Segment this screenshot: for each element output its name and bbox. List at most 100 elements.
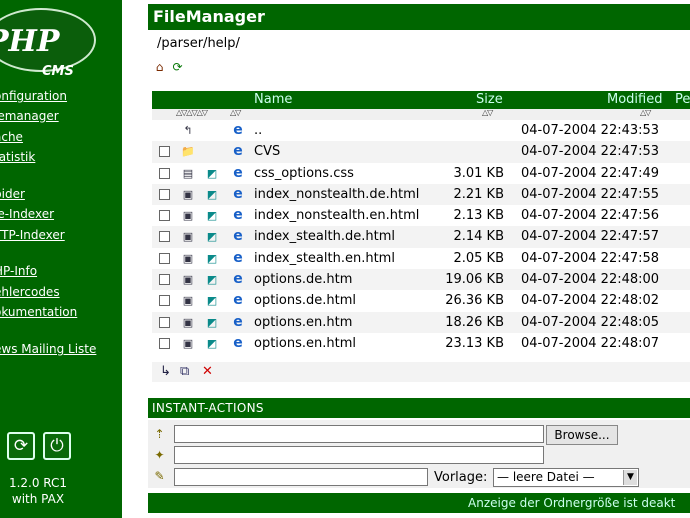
file-name[interactable]: options.de.htm xyxy=(254,272,352,287)
browser-view-icon[interactable]: e xyxy=(230,144,246,159)
file-row[interactable]: ↰ e.. 04-07-2004 22:43:53 xyxy=(152,120,690,142)
browser-view-icon[interactable]: e xyxy=(230,123,246,138)
file-row-checkbox[interactable] xyxy=(159,210,170,222)
parent-dir-icon[interactable]: ↰ xyxy=(180,123,196,138)
sidebar-item-file-indexer[interactable]: le-Indexer xyxy=(0,207,54,221)
column-perms-header[interactable]: Pe xyxy=(675,92,690,107)
file-properties-icon[interactable]: ▣ xyxy=(180,229,196,244)
browser-view-icon[interactable]: e xyxy=(230,229,246,244)
browser-view-icon[interactable]: e xyxy=(230,293,246,308)
file-properties-icon[interactable]: ▣ xyxy=(180,293,196,308)
edit-file-icon[interactable]: ◩ xyxy=(204,208,220,223)
file-row[interactable]: 📁 e CVS 04-07-2004 22:47:53 xyxy=(152,141,690,163)
file-properties-icon[interactable]: ▣ xyxy=(180,187,196,202)
browser-view-icon[interactable]: e xyxy=(230,186,246,202)
file-size: 3.01 KB xyxy=(453,165,504,181)
browse-button[interactable]: Browse... xyxy=(546,425,618,445)
edit-file-icon[interactable]: ◩ xyxy=(204,166,220,181)
file-properties-icon[interactable]: ▣ xyxy=(180,315,196,330)
sidebar-item-statistik[interactable]: tatistik xyxy=(0,150,35,164)
column-size-header[interactable]: Size xyxy=(476,92,503,107)
column-name-header[interactable]: Name xyxy=(254,92,292,107)
browser-view-icon[interactable]: e xyxy=(230,314,246,330)
power-icon[interactable]: ⏻ xyxy=(43,432,71,460)
edit-file-icon[interactable]: ◩ xyxy=(204,229,220,244)
sidebar-item-filemanager[interactable]: lemanager xyxy=(0,109,59,123)
file-row-checkbox[interactable] xyxy=(159,167,170,179)
file-name[interactable]: CVS xyxy=(254,144,280,159)
reload-icon[interactable]: ⟳ xyxy=(170,60,185,75)
new-folder-input[interactable] xyxy=(174,446,544,464)
file-name[interactable]: css_options.css xyxy=(254,166,354,181)
sort-size-icon[interactable]: △▽ xyxy=(482,108,493,117)
file-row[interactable]: ▣ ◩ e options.en.htm 18.26 KB 04-07-2004 22:4… xyxy=(152,311,690,333)
file-properties-icon[interactable]: ▣ xyxy=(180,251,196,266)
file-row-checkbox[interactable] xyxy=(159,274,170,286)
sort-name-icon[interactable]: △▽ xyxy=(230,108,241,117)
file-row-checkbox[interactable] xyxy=(159,337,170,349)
sidebar-item-spider[interactable]: pider xyxy=(0,187,25,201)
sidebar-item-php-info[interactable]: HP-Info xyxy=(0,264,37,278)
file-row[interactable]: ▣ ◩ e index_nonstealth.de.html 2.21 KB 04-07-… xyxy=(152,183,690,206)
browser-view-icon[interactable]: e xyxy=(230,335,246,351)
browser-view-icon[interactable]: e xyxy=(230,165,246,181)
file-name[interactable]: options.de.html xyxy=(254,293,356,308)
sidebar-item-dokumentation[interactable]: okumentation xyxy=(0,305,77,319)
file-properties-icon[interactable]: ▣ xyxy=(180,272,196,287)
file-properties-icon[interactable]: ▣ xyxy=(180,208,196,223)
copy-icon[interactable]: ⧉ xyxy=(180,364,189,379)
file-name[interactable]: options.en.htm xyxy=(254,315,352,330)
edit-file-icon[interactable]: ◩ xyxy=(204,293,220,308)
file-name[interactable]: index_stealth.en.html xyxy=(254,251,395,266)
sort-arrows-icon[interactable]: △▽△▽△▽ xyxy=(176,108,208,117)
file-name[interactable]: index_stealth.de.html xyxy=(254,229,395,244)
file-row[interactable]: ▤ ◩ e css_options.css 3.01 KB 04-07-2004 22:4… xyxy=(152,162,690,184)
file-row-checkbox[interactable] xyxy=(159,316,170,328)
browser-view-icon[interactable]: e xyxy=(230,250,246,266)
edit-file-icon[interactable]: ◩ xyxy=(204,187,220,202)
chevron-down-icon[interactable]: ▼ xyxy=(623,470,637,485)
file-modified: 04-07-2004 22:48:07 xyxy=(521,335,660,351)
sidebar-item-configuration[interactable]: onfiguration xyxy=(0,89,67,103)
file-properties-icon[interactable]: ▣ xyxy=(180,336,196,351)
new-file-input[interactable] xyxy=(174,468,428,486)
upload-file-input[interactable] xyxy=(174,425,544,443)
file-row[interactable]: ▣ ◩ e index_stealth.en.html 2.05 KB 04-07-200… xyxy=(152,247,690,270)
file-name[interactable]: .. xyxy=(254,123,262,138)
sidebar-item-http-indexer[interactable]: TTP-Indexer xyxy=(0,228,65,242)
file-name[interactable]: options.en.html xyxy=(254,336,356,351)
edit-file-icon[interactable]: ◩ xyxy=(204,336,220,351)
move-icon[interactable]: ↳ xyxy=(160,364,171,379)
file-row[interactable]: ▣ ◩ e index_nonstealth.en.html 2.13 KB 04-07-… xyxy=(152,205,690,227)
sidebar-item-fehlercodes[interactable]: ehlercodes xyxy=(0,285,60,299)
sidebar-item-news-mailing-liste[interactable]: ews Mailing Liste xyxy=(0,342,96,356)
edit-file-icon[interactable]: ◩ xyxy=(204,315,220,330)
file-modified: 04-07-2004 22:48:02 xyxy=(521,293,660,309)
file-properties-icon[interactable]: ▤ xyxy=(180,166,196,181)
home-icon[interactable]: ⌂ xyxy=(152,60,167,75)
folder-icon[interactable]: 📁 xyxy=(180,144,196,159)
file-row-checkbox[interactable] xyxy=(159,188,170,200)
edit-file-icon[interactable]: ◩ xyxy=(204,272,220,287)
browser-view-icon[interactable]: e xyxy=(230,272,246,287)
file-row[interactable]: ▣ ◩ e options.en.html 23.13 KB 04-07-2004 22:… xyxy=(152,332,690,355)
file-name[interactable]: index_nonstealth.de.html xyxy=(254,187,419,202)
column-modified-header[interactable]: Modified xyxy=(607,92,662,107)
browser-view-icon[interactable]: e xyxy=(230,208,246,223)
edit-file-icon[interactable]: ◩ xyxy=(204,251,220,266)
file-row[interactable]: ▣ ◩ e options.de.html 26.36 KB 04-07-2004 22:… xyxy=(152,290,690,312)
sidebar-item-cache[interactable]: ache xyxy=(0,130,23,144)
file-name[interactable]: index_nonstealth.en.html xyxy=(254,208,419,223)
file-row[interactable]: ▣ ◩ e options.de.htm 19.06 KB 04-07-2004 22:4… xyxy=(152,269,690,291)
file-row[interactable]: ▣ ◩ e index_stealth.de.html 2.14 KB 04-07-200… xyxy=(152,226,690,248)
refresh-icon[interactable]: ⟳ xyxy=(7,432,35,460)
file-row-checkbox[interactable] xyxy=(159,146,170,158)
sort-modified-icon[interactable]: △▽ xyxy=(640,108,651,117)
file-row-checkbox[interactable] xyxy=(159,231,170,243)
vorlage-selected-value: — leere Datei — xyxy=(497,470,595,484)
delete-icon[interactable]: ✕ xyxy=(202,364,213,379)
vorlage-select[interactable]: — leere Datei — ▼ xyxy=(493,468,639,487)
phpcms-logo[interactable]: PHP CMS xyxy=(0,8,96,79)
file-row-checkbox[interactable] xyxy=(159,295,170,307)
file-row-checkbox[interactable] xyxy=(159,252,170,264)
